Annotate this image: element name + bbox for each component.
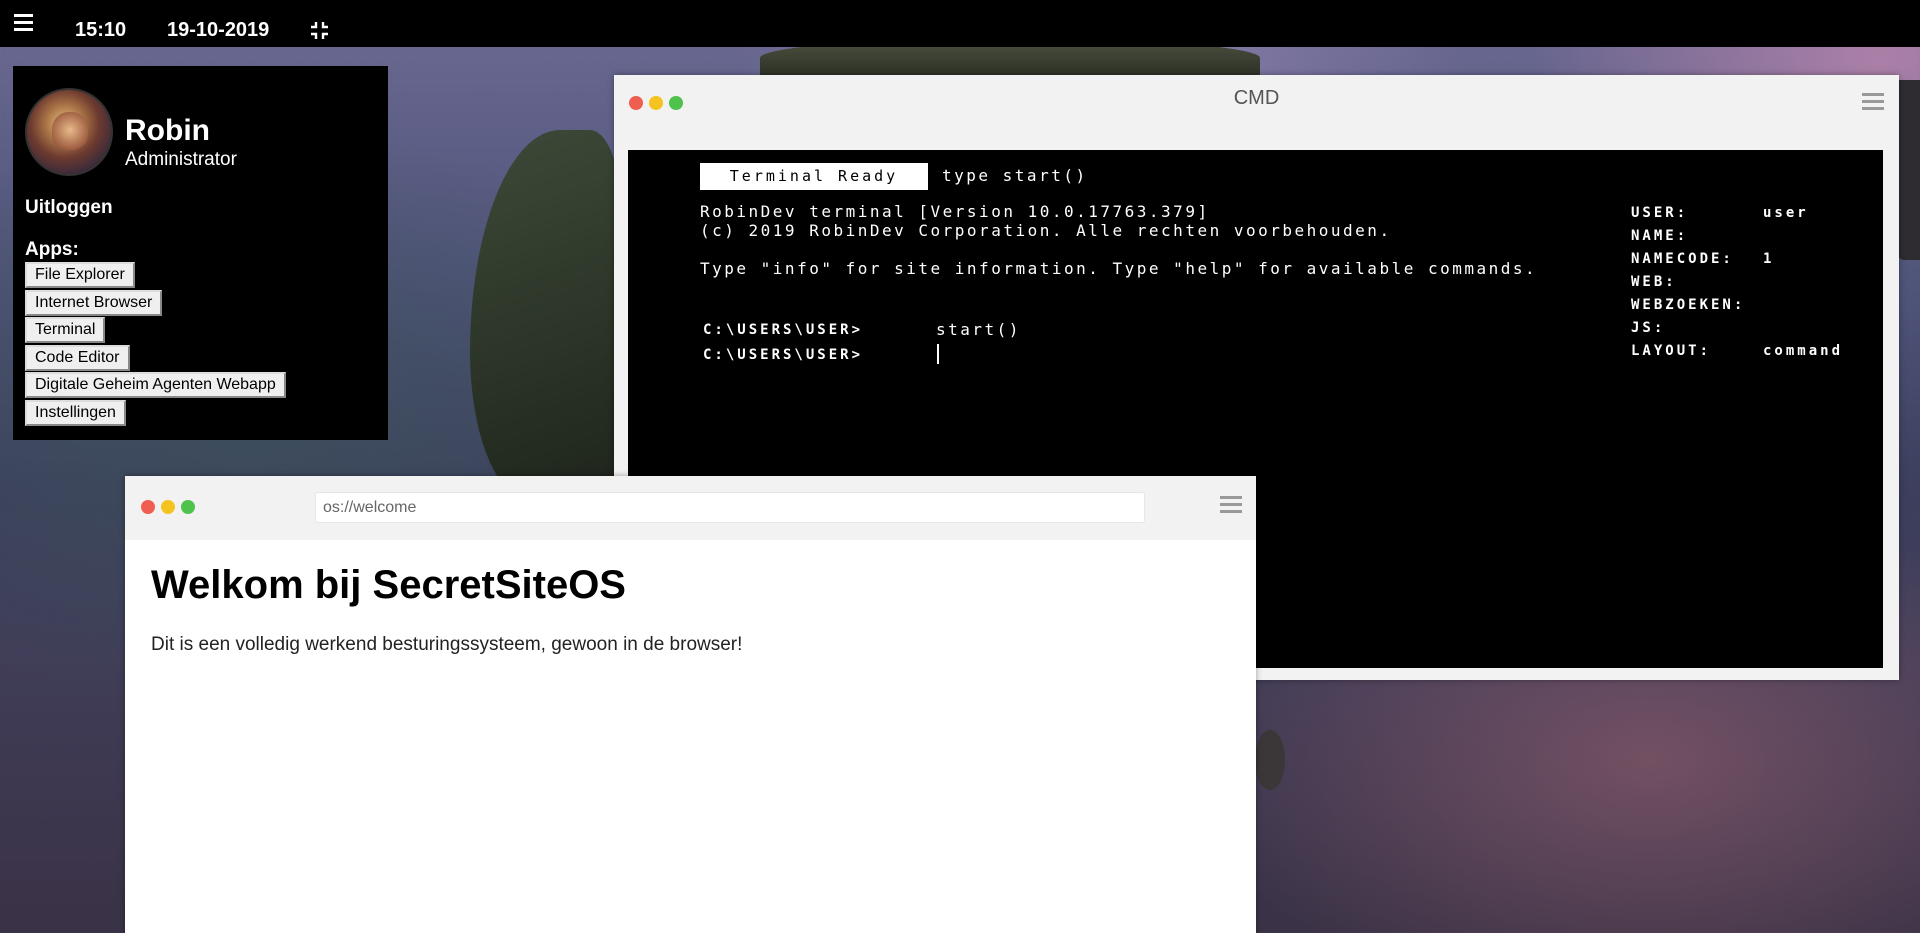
app-button-internet-browser[interactable]: Internet Browser bbox=[25, 289, 163, 316]
compress-icon[interactable] bbox=[310, 21, 329, 40]
info-key: WEBZOEKEN: bbox=[1631, 297, 1746, 313]
info-key: JS: bbox=[1631, 320, 1666, 336]
info-value: user bbox=[1763, 205, 1809, 221]
close-window-button[interactable] bbox=[141, 500, 155, 514]
terminal-line: (c) 2019 RobinDev Corporation. Alle rech… bbox=[700, 221, 1392, 240]
wallpaper-rock-bottom bbox=[1255, 730, 1285, 790]
info-key: USER: bbox=[1631, 205, 1689, 221]
terminal-hint: type start() bbox=[942, 166, 1088, 185]
page-title: Welkom bij SecretSiteOS bbox=[151, 563, 626, 607]
info-row: USER: user bbox=[1631, 205, 1843, 228]
top-bar: 15:10 19-10-2019 bbox=[0, 0, 1920, 47]
browser-window[interactable]: os://welcome Welkom bij SecretSiteOS Dit… bbox=[125, 476, 1256, 933]
info-key: NAME: bbox=[1631, 228, 1689, 244]
app-button-instellingen[interactable]: Instellingen bbox=[25, 399, 126, 426]
minimize-window-button[interactable] bbox=[161, 500, 175, 514]
window-menu-icon[interactable] bbox=[1862, 93, 1884, 111]
terminal-line: Type "info" for site information. Type "… bbox=[700, 259, 1538, 278]
user-role: Administrator bbox=[125, 149, 237, 170]
app-button-file-explorer[interactable]: File Explorer bbox=[25, 262, 135, 288]
clock-date: 19-10-2019 bbox=[167, 19, 270, 41]
info-row: JS: bbox=[1631, 320, 1843, 343]
apps-heading: Apps: bbox=[25, 239, 79, 260]
info-row: WEBZOEKEN: bbox=[1631, 297, 1843, 320]
hamburger-menu-icon[interactable] bbox=[14, 14, 33, 32]
app-button-code-editor[interactable]: Code Editor bbox=[25, 344, 130, 371]
info-row: WEB: bbox=[1631, 274, 1843, 297]
info-key: NAMECODE: bbox=[1631, 251, 1734, 267]
clock-time: 15:10 bbox=[75, 19, 127, 41]
window-title: CMD bbox=[1233, 87, 1280, 109]
window-controls bbox=[141, 500, 195, 514]
terminal-line: RobinDev terminal [Version 10.0.17763.37… bbox=[700, 202, 1210, 221]
info-row: NAME: bbox=[1631, 228, 1843, 251]
terminal-command: start() bbox=[936, 320, 1021, 339]
info-value: command bbox=[1763, 343, 1844, 359]
info-row: NAMECODE: 1 bbox=[1631, 251, 1843, 274]
info-key: WEB: bbox=[1631, 274, 1677, 290]
logout-link[interactable]: Uitloggen bbox=[25, 197, 113, 219]
app-button-agenten-webapp[interactable]: Digitale Geheim Agenten Webapp bbox=[25, 372, 286, 398]
wallpaper-rock-left bbox=[470, 130, 620, 500]
app-button-terminal[interactable]: Terminal bbox=[25, 317, 106, 343]
terminal-prompt: C:\USERS\USER> bbox=[703, 322, 864, 338]
avatar bbox=[25, 88, 113, 176]
terminal-info-panel: USER: user NAME: NAMECODE: 1 WEB: WEBZOEKE… bbox=[1631, 205, 1843, 366]
info-row: LAYOUT: command bbox=[1631, 343, 1843, 366]
terminal-prompt: C:\USERS\USER> bbox=[703, 347, 864, 363]
user-name: Robin bbox=[125, 114, 210, 147]
apps-list: File Explorer Internet Browser Terminal … bbox=[25, 262, 286, 427]
browser-toolbar: os://welcome bbox=[125, 476, 1256, 540]
window-menu-icon[interactable] bbox=[1220, 496, 1242, 514]
terminal-cursor bbox=[937, 344, 939, 364]
url-bar[interactable]: os://welcome bbox=[315, 492, 1145, 523]
info-key: LAYOUT: bbox=[1631, 343, 1712, 359]
terminal-ready-badge: Terminal Ready bbox=[700, 163, 928, 190]
page-text: Dit is een volledig werkend besturingssy… bbox=[151, 634, 743, 655]
maximize-window-button[interactable] bbox=[181, 500, 195, 514]
user-panel: Robin Administrator Uitloggen Apps: File… bbox=[13, 66, 388, 440]
info-value: 1 bbox=[1763, 251, 1775, 267]
